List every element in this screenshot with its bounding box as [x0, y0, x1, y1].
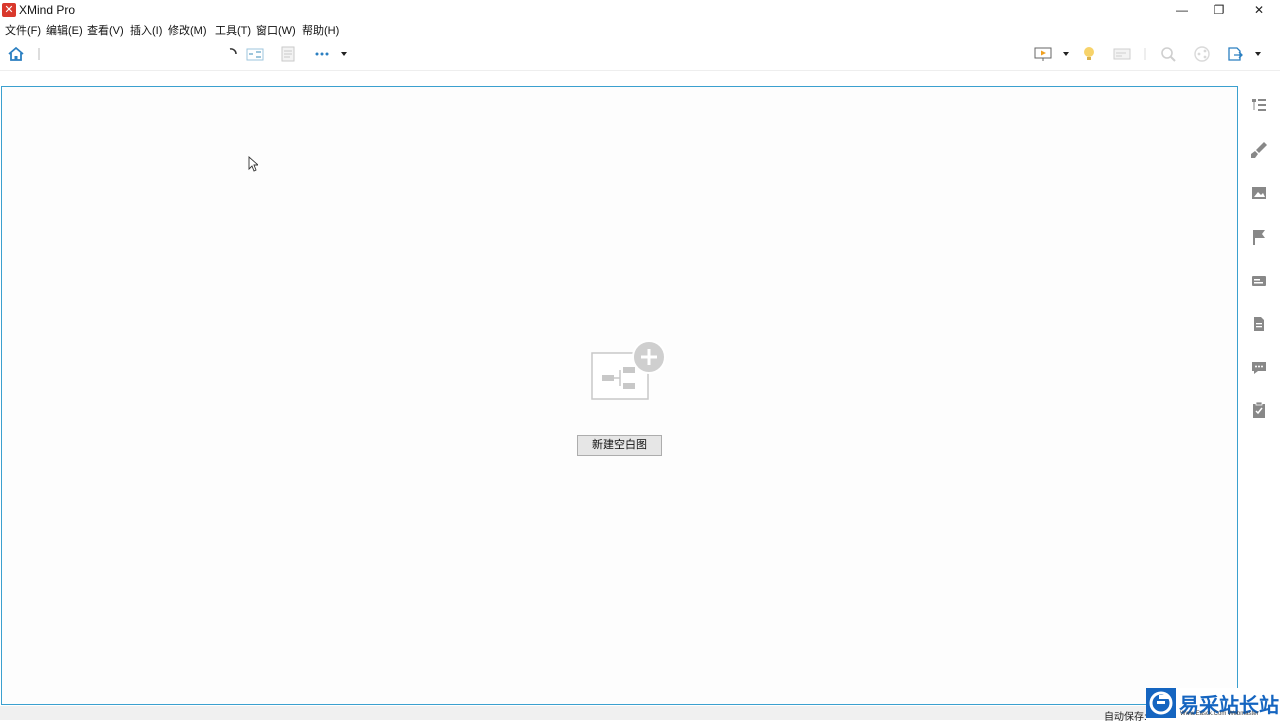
export-icon[interactable]	[1226, 46, 1244, 62]
mouse-cursor-icon	[248, 155, 260, 172]
menu-tools[interactable]: 工具(T)	[215, 22, 251, 38]
menu-window[interactable]: 窗口(W)	[256, 22, 296, 38]
notes-icon[interactable]	[1250, 315, 1268, 333]
dropdown-arrow-icon[interactable]	[1253, 46, 1263, 62]
presentation-icon[interactable]	[1034, 46, 1052, 62]
mind-map-canvas[interactable]: 新建空白图	[1, 86, 1238, 705]
loading-spinner-icon	[228, 46, 238, 62]
idea-bulb-icon[interactable]	[1080, 46, 1098, 62]
restore-button[interactable]: ❐	[1200, 0, 1238, 20]
format-brush-icon[interactable]	[1250, 141, 1268, 159]
menu-view[interactable]: 查看(V)	[87, 22, 124, 38]
new-blank-map-button[interactable]: 新建空白图	[577, 435, 662, 456]
right-side-panel	[1239, 86, 1280, 706]
menu-file[interactable]: 文件(F)	[5, 22, 41, 38]
watermark-subtext: Www.Easck.Com Webmaster	[1180, 711, 1259, 717]
menu-edit[interactable]: 编辑(E)	[46, 22, 83, 38]
dropdown-arrow-icon[interactable]	[1061, 46, 1071, 62]
menu-bar: 文件(F) 编辑(E) 查看(V) 插入(I) 修改(M) 工具(T) 窗口(W…	[0, 20, 1280, 38]
task-icon[interactable]	[1250, 401, 1268, 419]
share-icon[interactable]	[1193, 46, 1211, 62]
comment-icon[interactable]	[1250, 358, 1268, 376]
outline-panel-icon[interactable]	[1250, 97, 1268, 115]
toolbar-divider	[1144, 46, 1146, 62]
toolbar	[0, 38, 1280, 71]
title-bar: ✕ XMind Pro — ❐ ✕	[0, 0, 1280, 20]
label-icon[interactable]	[1250, 272, 1268, 290]
app-title: XMind Pro	[19, 3, 76, 17]
blank-map-illustration-icon	[590, 339, 666, 405]
watermark: 易采站长站 Www.Easck.Com Webmaster	[1146, 688, 1280, 720]
outline-icon[interactable]	[1113, 46, 1131, 62]
menu-modify[interactable]: 修改(M)	[168, 22, 207, 38]
mind-map-icon[interactable]	[246, 46, 264, 62]
close-button[interactable]: ✕	[1240, 0, 1278, 20]
home-icon[interactable]	[7, 46, 25, 62]
dropdown-arrow-icon[interactable]	[339, 46, 349, 62]
xmind-logo-icon: ✕	[2, 3, 16, 17]
image-icon[interactable]	[1250, 184, 1268, 202]
more-icon[interactable]	[313, 46, 331, 62]
toolbar-divider	[38, 46, 40, 62]
search-icon[interactable]	[1160, 46, 1178, 62]
status-bar: 自动保存:	[0, 706, 1280, 723]
minimize-button[interactable]: —	[1163, 0, 1201, 20]
menu-help[interactable]: 帮助(H)	[302, 22, 339, 38]
marker-flag-icon[interactable]	[1250, 228, 1268, 246]
watermark-logo-icon	[1146, 688, 1176, 718]
menu-insert[interactable]: 插入(I)	[130, 22, 162, 38]
document-icon[interactable]	[279, 46, 297, 62]
autosave-status[interactable]: 自动保存:	[1104, 708, 1147, 723]
